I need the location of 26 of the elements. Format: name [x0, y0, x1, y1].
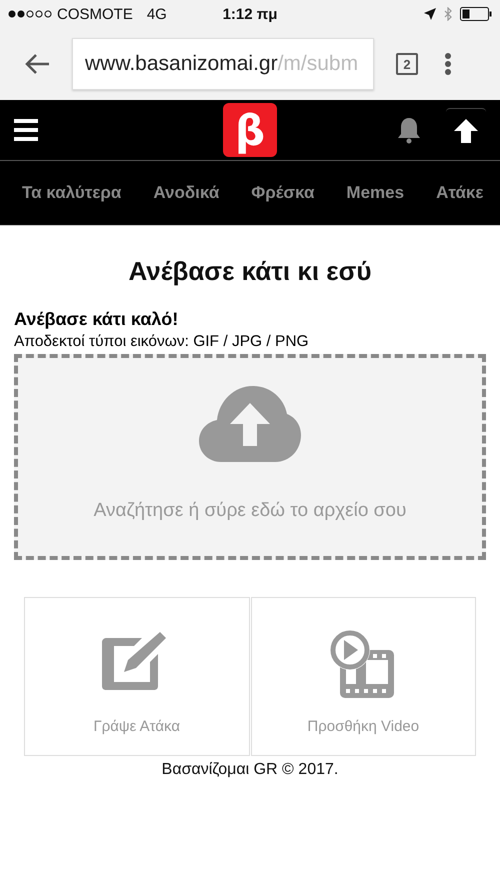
- site-logo[interactable]: β: [223, 103, 277, 157]
- footer-text: Βασανίζομαι GR © 2017.: [160, 761, 340, 779]
- tab-count-button[interactable]: 2: [396, 53, 418, 75]
- more-menu-icon: [444, 52, 452, 76]
- bluetooth-icon: [444, 7, 452, 21]
- nav-link[interactable]: Ατάκε: [436, 183, 484, 203]
- signal-icon: [8, 9, 53, 19]
- nav-link[interactable]: Φρέσκα: [251, 183, 314, 203]
- cloud-upload-icon: [199, 386, 301, 462]
- bell-icon: [396, 116, 422, 144]
- clock-time: 1:12 πμ: [222, 6, 278, 22]
- section-heading: Ανέβασε κάτι καλό!: [14, 309, 180, 330]
- carrier-name: COSMOTE: [57, 6, 133, 22]
- upload-arrow-icon: [454, 118, 478, 142]
- nav-link[interactable]: Τα καλύτερα: [22, 183, 122, 203]
- nav-link[interactable]: Ανοδικά: [153, 183, 220, 203]
- accepted-types-text: Αποδεκτοί τύποι εικόνων: GIF / JPG / PNG: [14, 333, 310, 351]
- nav-link[interactable]: Memes: [346, 183, 404, 203]
- url-field[interactable]: www.basanizomai.gr/m/subm: [72, 38, 374, 90]
- back-arrow-icon: [24, 53, 50, 75]
- page-title: Ανέβασε κάτι κι εσύ: [127, 256, 373, 287]
- network-type: 4G: [146, 6, 167, 22]
- location-icon: [424, 8, 436, 20]
- menu-icon: [14, 119, 38, 141]
- dropzone-text: Αναζήτησε ή σύρε εδώ το αρχείο σου: [94, 500, 406, 522]
- battery-icon: [460, 7, 492, 21]
